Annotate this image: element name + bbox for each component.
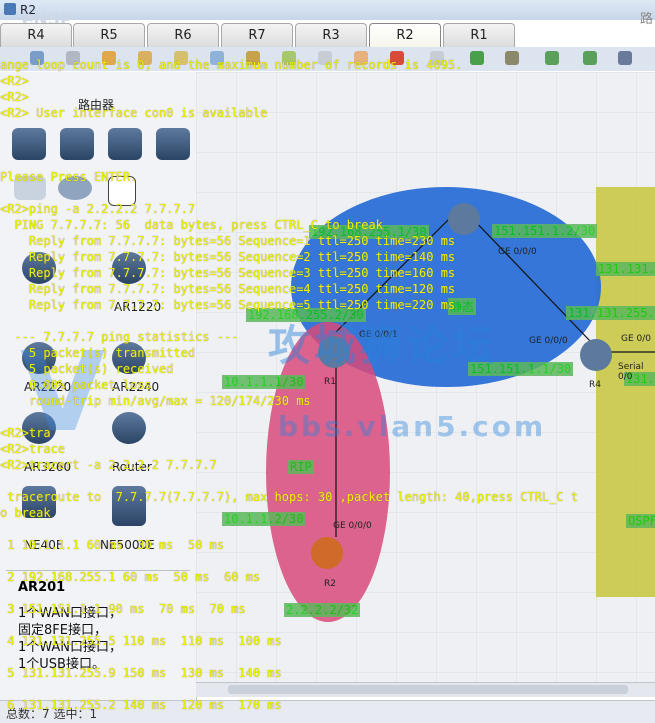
console-line: Reply from 7.7.7.7: bytes=56 Sequence=3 …: [0, 266, 456, 280]
cli-console-output[interactable]: ange loop count is 0, and the maximum nu…: [0, 57, 655, 722]
tab-r6[interactable]: R6: [147, 23, 219, 47]
console-line: round-trip min/avg/max = 120/174/230 ms: [0, 394, 311, 408]
console-line: 4 131.131.255.5 110 ms 110 ms 100 ms: [0, 634, 282, 648]
console-line: Please Press ENTER.: [0, 170, 138, 184]
console-line: <R2>: [0, 74, 29, 88]
console-line: <R2>trace: [0, 442, 66, 456]
console-tab-bar: R4 R5 R6 R7 R3 R2 R1: [0, 23, 655, 47]
console-line: <R2> User interface con0 is available: [0, 106, 268, 120]
console-line: 5 packet(s) transmitted: [0, 346, 196, 360]
console-line: 1 10.1.1.1 60 ms 30 ms 50 ms: [0, 538, 224, 552]
console-line: 3 151.151.1.1 90 ms 70 ms 70 ms: [0, 602, 246, 616]
tab-r5[interactable]: R5: [73, 23, 145, 47]
app-icon: [4, 3, 16, 15]
console-line: 2 192.168.255.1 60 ms 50 ms 60 ms: [0, 570, 261, 584]
console-line: <R2>: [0, 90, 29, 104]
console-line: --- 7.7.7.7 ping statistics ---: [0, 330, 239, 344]
console-line: Reply from 7.7.7.7: bytes=56 Sequence=2 …: [0, 250, 456, 264]
console-line: traceroute to 7.7.7.7(7.7.7.7), max hops…: [0, 490, 578, 504]
console-line: Reply from 7.7.7.7: bytes=56 Sequence=1 …: [0, 234, 456, 248]
tab-r4[interactable]: R4: [0, 23, 72, 47]
console-line: ange loop count is 0, and the maximum nu…: [0, 58, 463, 72]
window-titlebar: R2 路: [0, 0, 655, 27]
tab-r7[interactable]: R7: [221, 23, 293, 47]
console-line: <R2>tra: [0, 426, 51, 440]
console-line: 5 131.131.255.9 150 ms 130 ms 140 ms: [0, 666, 282, 680]
console-line: 5 packet(s) received: [0, 362, 174, 376]
console-line: Reply from 7.7.7.7: bytes=56 Sequence=5 …: [0, 298, 456, 312]
tab-r3[interactable]: R3: [295, 23, 367, 47]
console-line: 0.00% packet loss: [0, 378, 152, 392]
console-line: PING 7.7.7.7: 56 data bytes, press CTRL_…: [0, 218, 383, 232]
console-line: <R2>ping -a 2.2.2.2 7.7.7.7: [0, 202, 196, 216]
console-line: <R2>tracert -a 2.2.2.2 7.7.7.7: [0, 458, 217, 472]
console-line: o break: [0, 506, 51, 520]
tab-r1[interactable]: R1: [443, 23, 515, 47]
tab-r2[interactable]: R2: [369, 23, 441, 47]
console-line: Reply from 7.7.7.7: bytes=56 Sequence=4 …: [0, 282, 456, 296]
console-line: 6 131.131.255.2 140 ms 120 ms 170 ms: [0, 698, 282, 712]
